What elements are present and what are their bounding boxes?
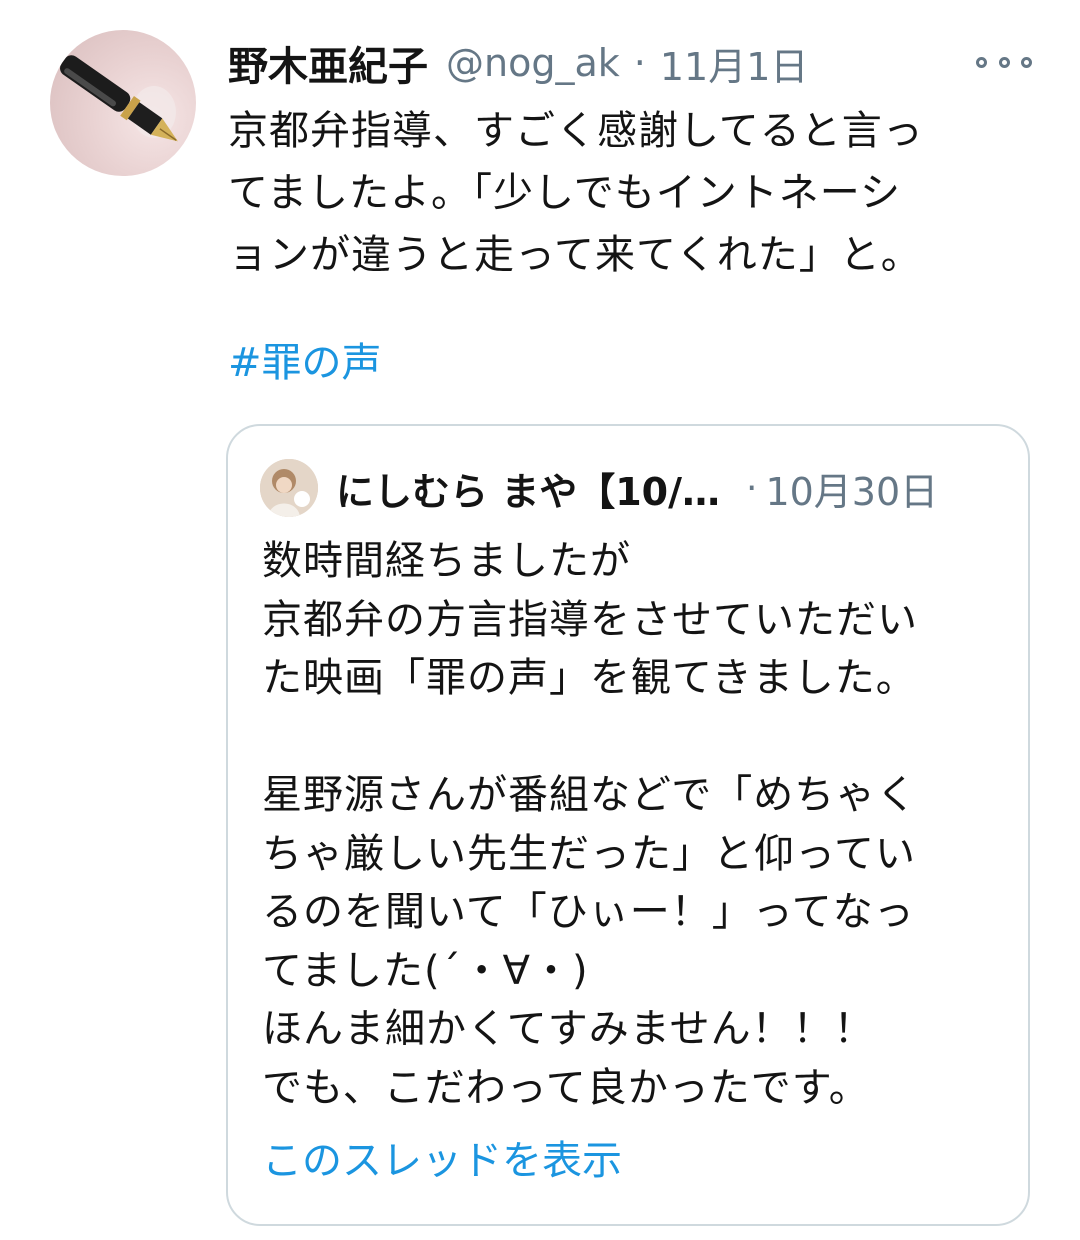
quoted-text-line: 京都弁の方言指導をさせていただい [262, 596, 918, 643]
separator-dot: · [746, 467, 758, 509]
pen-image-icon [60, 55, 178, 142]
quoted-text-line: でも、こだわって良かったです。 [262, 1064, 870, 1111]
hashtag-link[interactable]: #罪の声 [228, 332, 382, 394]
tweet-text: 京都弁指導、すごく感謝してると言っ てましたよ。「少しでもイントネーシ ョンが違… [228, 100, 1008, 286]
author-name[interactable]: 野木亜紀子 [228, 34, 428, 92]
quoted-text-line: 星野源さんが番組などで「めちゃく [262, 772, 918, 818]
separator-dot: · [633, 41, 646, 85]
quoted-tweet-header: にしむら まや【10/… · 10月30日 [336, 456, 938, 520]
tweet: 野木亜紀子 @nog_ak · 11月1日 京都弁指導、すごく感謝してると言っ … [0, 0, 1080, 1240]
quoted-text-line: ほんま細かくてすみません！！！ [262, 1006, 875, 1052]
person-photo-icon [260, 459, 318, 517]
quoted-text-line [262, 708, 1002, 767]
quoted-text-line: 数時間経ちましたが [262, 538, 631, 584]
tweet-text-line: ョンが違うと走って来てくれた」と。 [228, 232, 922, 278]
more-dot-3 [1021, 56, 1032, 68]
quoted-tweet-text: 数時間経ちましたが 京都弁の方言指導をさせていただい た映画「罪の声」を観てきま… [262, 532, 1002, 1117]
quoted-text-line: てました(´・∀・) [262, 947, 589, 994]
author-handle[interactable]: @nog_ak [446, 41, 620, 85]
show-thread-link[interactable]: このスレッドを表示 [262, 1132, 622, 1190]
quoted-author-avatar [260, 459, 318, 517]
author-avatar[interactable] [50, 30, 196, 176]
more-dot-2 [998, 56, 1010, 68]
tweet-date[interactable]: 11月1日 [660, 36, 809, 91]
quoted-text-line: た映画「罪の声」を観てきました。 [262, 655, 917, 701]
tweet-text-line: てましたよ。「少しでもイントネーシ [228, 170, 901, 216]
more-options-icon[interactable] [976, 50, 1032, 74]
quoted-tweet-card[interactable]: にしむら まや【10/… · 10月30日 数時間経ちましたが 京都弁の方言指導… [226, 424, 1030, 1226]
quoted-text-line: るのを聞いて「ひぃー！」ってなっ [262, 889, 915, 935]
tweet-header: 野木亜紀子 @nog_ak · 11月1日 [228, 30, 808, 96]
quoted-text-line: ちゃ厳しい先生だった」と仰ってい [262, 830, 916, 877]
tweet-text-line: 京都弁指導、すごく感謝してると言っ [228, 108, 924, 154]
quoted-author-name: にしむら まや【10/… [336, 469, 720, 514]
quoted-tweet-date: 10月30日 [765, 469, 939, 514]
more-dot-1 [976, 56, 987, 68]
